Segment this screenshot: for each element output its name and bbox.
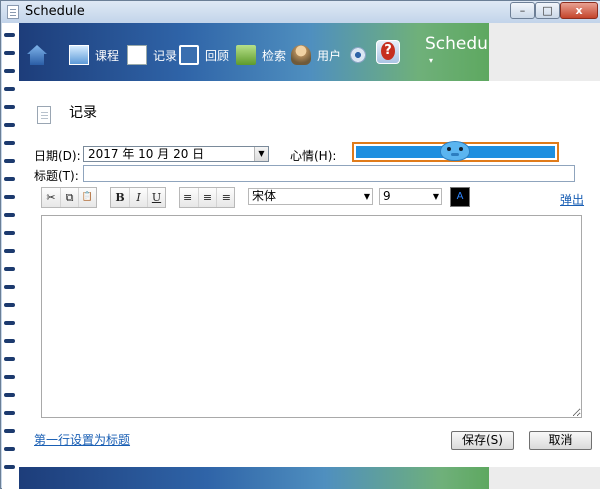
toolbar-record-label: 记录 xyxy=(153,48,178,63)
spiral-ring xyxy=(4,231,15,235)
spiral-ring xyxy=(4,393,15,397)
course-icon xyxy=(69,45,89,65)
cut-icon[interactable]: ✂ xyxy=(42,188,60,207)
minimize-button[interactable]: – xyxy=(510,2,535,19)
gear-icon xyxy=(350,47,366,63)
font-select[interactable]: 宋体 ▼ xyxy=(248,188,373,205)
toolbar-search[interactable]: 检索 xyxy=(236,43,286,67)
help-icon xyxy=(376,40,400,64)
save-button[interactable]: 保存(S) xyxy=(451,431,514,450)
bottom-bar xyxy=(19,467,489,489)
spiral-ring xyxy=(4,213,15,217)
spiral-ring xyxy=(4,87,15,91)
font-size-select[interactable]: 9 ▼ xyxy=(379,188,442,205)
spiral-ring xyxy=(4,51,15,55)
spiral-ring xyxy=(4,33,15,37)
toolbar-search-label: 检索 xyxy=(262,48,287,63)
align-group: ≡ ≡ ≡ xyxy=(179,187,235,208)
toolbar-help[interactable] xyxy=(376,40,406,64)
bold-button[interactable]: B xyxy=(111,188,129,207)
spiral-ring xyxy=(4,357,15,361)
align-right-icon[interactable]: ≡ xyxy=(216,188,234,207)
date-value: 2017 年 10 月 20 日 xyxy=(88,147,205,161)
spiral-ring xyxy=(4,177,15,181)
spiral-ring xyxy=(4,105,15,109)
spiral-ring xyxy=(4,303,15,307)
chevron-down-icon: ▼ xyxy=(363,192,370,201)
title-input[interactable] xyxy=(83,165,575,182)
spiral-ring xyxy=(4,447,15,451)
maximize-button[interactable]: □ xyxy=(535,2,560,19)
content-editor[interactable] xyxy=(41,215,582,418)
toolbar-user-label: 用户 xyxy=(317,48,342,63)
spiral-ring xyxy=(4,411,15,415)
spiral-ring xyxy=(4,285,15,289)
cancel-button[interactable]: 取消 xyxy=(529,431,592,450)
window-title: Schedule xyxy=(25,4,85,19)
toolbar-record[interactable]: 记录 xyxy=(127,43,177,67)
italic-button[interactable]: I xyxy=(129,188,147,207)
chevron-down-icon[interactable]: ▼ xyxy=(254,147,268,161)
spiral-ring xyxy=(4,429,15,433)
font-size-value: 9 xyxy=(383,189,391,203)
title-label: 标题(T): xyxy=(34,169,79,183)
spiral-ring xyxy=(4,123,15,127)
align-left-icon[interactable]: ≡ xyxy=(180,188,198,207)
spiral-ring xyxy=(4,159,15,163)
spiral-ring xyxy=(4,249,15,253)
brand-menu-arrow[interactable]: ▾ xyxy=(429,56,433,65)
mood-bar xyxy=(356,141,555,161)
chevron-down-icon: ▼ xyxy=(432,192,439,201)
main-toolbar: 课程 记录 回顾 检索 用户 Schedule ▾ xyxy=(19,23,503,81)
review-icon xyxy=(179,45,199,65)
search-icon xyxy=(236,45,256,65)
toolbar-user[interactable]: 用户 xyxy=(291,43,341,67)
bottom-right-panel xyxy=(489,467,600,489)
mood-slider[interactable] xyxy=(352,141,559,162)
toolbar-course-label: 课程 xyxy=(95,48,120,63)
font-color-button[interactable]: A xyxy=(450,187,470,207)
toolbar-right-panel xyxy=(489,23,600,81)
app-window: Schedule – □ x 课程 记录 回顾 检索 用户 ? Schedule… xyxy=(0,0,600,489)
toolbar-home[interactable] xyxy=(27,43,53,67)
page-title: 记录 xyxy=(69,105,97,121)
align-center-icon[interactable]: ≡ xyxy=(198,188,216,207)
spiral-binding-strip xyxy=(2,23,19,489)
clipboard-group: ✂ ⧉ 📋 xyxy=(41,187,97,208)
home-icon xyxy=(27,45,47,65)
spiral-ring xyxy=(4,267,15,271)
record-panel: 记录 日期(D): 2017 年 10 月 20 日 ▼ 心情(H): 标题(T… xyxy=(19,81,600,467)
underline-button[interactable]: U xyxy=(147,188,165,207)
close-button[interactable]: x xyxy=(560,2,598,19)
toolbar-review-label: 回顾 xyxy=(205,48,230,63)
spiral-ring xyxy=(4,321,15,325)
popout-link[interactable]: 弹出 xyxy=(560,191,584,208)
mood-face-icon[interactable] xyxy=(440,141,470,161)
mood-label: 心情(H): xyxy=(290,149,337,163)
date-picker[interactable]: 2017 年 10 月 20 日 ▼ xyxy=(83,146,269,162)
toolbar-course[interactable]: 课程 xyxy=(69,43,119,67)
user-icon xyxy=(291,45,311,65)
font-value: 宋体 xyxy=(252,189,277,203)
paste-icon[interactable]: 📋 xyxy=(78,188,96,207)
app-icon xyxy=(7,5,19,19)
record-icon xyxy=(127,45,147,65)
first-line-as-title-link[interactable]: 第一行设置为标题 xyxy=(34,431,130,448)
toolbar-review[interactable]: 回顾 xyxy=(179,43,229,67)
spiral-ring xyxy=(4,375,15,379)
spiral-ring xyxy=(4,69,15,73)
spiral-ring xyxy=(4,465,15,469)
spiral-ring xyxy=(4,339,15,343)
spiral-ring xyxy=(4,141,15,145)
document-icon xyxy=(37,106,51,124)
title-bar[interactable]: Schedule – □ x xyxy=(1,1,600,23)
date-label: 日期(D): xyxy=(34,149,81,163)
spiral-ring xyxy=(4,195,15,199)
copy-icon[interactable]: ⧉ xyxy=(60,188,78,207)
style-group: B I U xyxy=(110,187,166,208)
toolbar-settings[interactable] xyxy=(350,43,372,67)
